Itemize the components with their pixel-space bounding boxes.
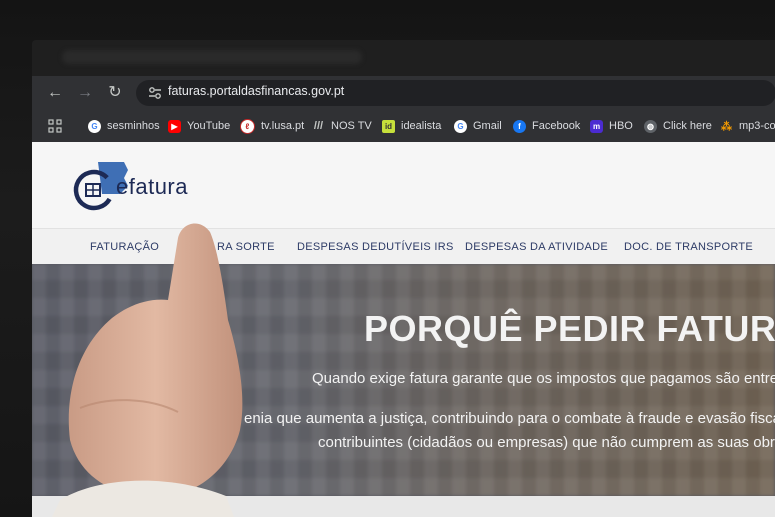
- bookmarks-bar: G sesminhos ▶ YouTube ℓ tv.lusa.pt /// N…: [32, 110, 775, 143]
- bookmark-gmail[interactable]: G Gmail: [454, 118, 502, 134]
- apps-grid-icon[interactable]: [48, 119, 62, 133]
- bookmark-label: mp3-co: [739, 120, 775, 132]
- url-text: faturas.portaldasfinancas.gov.pt: [168, 84, 345, 98]
- hero-text-line: enia que aumenta a justiça, contribuindo…: [244, 410, 775, 427]
- bookmark-label: idealista: [401, 120, 442, 132]
- idealista-icon: id: [382, 119, 395, 133]
- page-section-divider: [32, 496, 775, 517]
- globe-icon: ◍: [644, 119, 657, 133]
- site-settings-icon[interactable]: [146, 84, 164, 102]
- bookmark-label: HBO: [609, 120, 633, 132]
- site-header: efatura: [32, 142, 775, 228]
- bookmark-facebook[interactable]: f Facebook: [513, 118, 580, 134]
- title-bar: [32, 40, 775, 76]
- bookmark-label: tv.lusa.pt: [261, 120, 305, 132]
- bookmark-lusa[interactable]: ℓ tv.lusa.pt: [240, 118, 304, 134]
- bookmark-label: YouTube: [187, 120, 231, 132]
- google-icon: G: [454, 119, 467, 133]
- facebook-icon: f: [513, 119, 526, 133]
- bookmark-click-here[interactable]: ◍ Click here: [644, 118, 712, 134]
- web-page: efatura FATURAÇÃO RA SORTE DESPESAS DEDU…: [32, 142, 775, 517]
- bookmark-label: NOS TV: [331, 120, 372, 132]
- forward-icon[interactable]: →: [74, 82, 96, 104]
- hero-text-line: contribuintes (cidadãos ou empresas) que…: [318, 434, 775, 451]
- bookmark-label: sesminhos: [107, 120, 160, 132]
- reload-icon[interactable]: ↻: [104, 82, 126, 104]
- bookmark-hbo[interactable]: m HBO: [590, 118, 633, 134]
- hero-text-line: Quando exige fatura garante que os impos…: [312, 370, 775, 387]
- nav-faturacao[interactable]: FATURAÇÃO: [90, 241, 159, 253]
- tab-strip: [62, 50, 362, 64]
- bookmark-label: Gmail: [473, 120, 502, 132]
- efatura-logo[interactable]: efatura: [72, 156, 222, 216]
- nav-doc-transporte[interactable]: DOC. DE TRANSPORTE: [624, 241, 753, 253]
- bookmark-idealista[interactable]: id idealista: [382, 118, 441, 134]
- hero-title: PORQUÊ PEDIR FATURA: [364, 308, 775, 349]
- nav-despesas-atividade[interactable]: DESPESAS DA ATIVIDADE: [465, 241, 608, 253]
- hero-banner: PORQUÊ PEDIR FATURA Quando exige fatura …: [32, 264, 775, 496]
- bookmark-mp3[interactable]: ⁂ mp3-co: [720, 118, 775, 134]
- logo-text: efatura: [116, 174, 188, 199]
- bookmark-nos-tv[interactable]: /// NOS TV: [312, 118, 372, 134]
- google-icon: G: [88, 119, 101, 133]
- hbo-icon: m: [590, 119, 603, 133]
- mp3-icon: ⁂: [721, 120, 732, 133]
- youtube-icon: ▶: [168, 119, 181, 133]
- nav-despesas-irs[interactable]: DESPESAS DEDUTÍVEIS IRS: [297, 241, 454, 253]
- bookmark-label: Click here: [663, 120, 712, 132]
- browser-toolbar: ← → ↻ faturas.portaldasfinancas.gov.pt: [32, 76, 775, 110]
- bookmark-sesminhos[interactable]: G sesminhos: [88, 118, 160, 134]
- bookmark-label: Facebook: [532, 120, 581, 132]
- lusa-icon: ℓ: [240, 118, 255, 134]
- back-icon[interactable]: ←: [44, 82, 66, 104]
- site-nav: FATURAÇÃO RA SORTE DESPESAS DEDUTÍVEIS I…: [32, 228, 775, 265]
- nav-sorte[interactable]: RA SORTE: [217, 241, 275, 253]
- browser-window: ← → ↻ faturas.portaldasfinancas.gov.pt G…: [32, 40, 775, 517]
- bookmark-youtube[interactable]: ▶ YouTube: [168, 118, 230, 134]
- nos-icon: ///: [313, 120, 324, 132]
- address-bar[interactable]: faturas.portaldasfinancas.gov.pt: [136, 80, 775, 106]
